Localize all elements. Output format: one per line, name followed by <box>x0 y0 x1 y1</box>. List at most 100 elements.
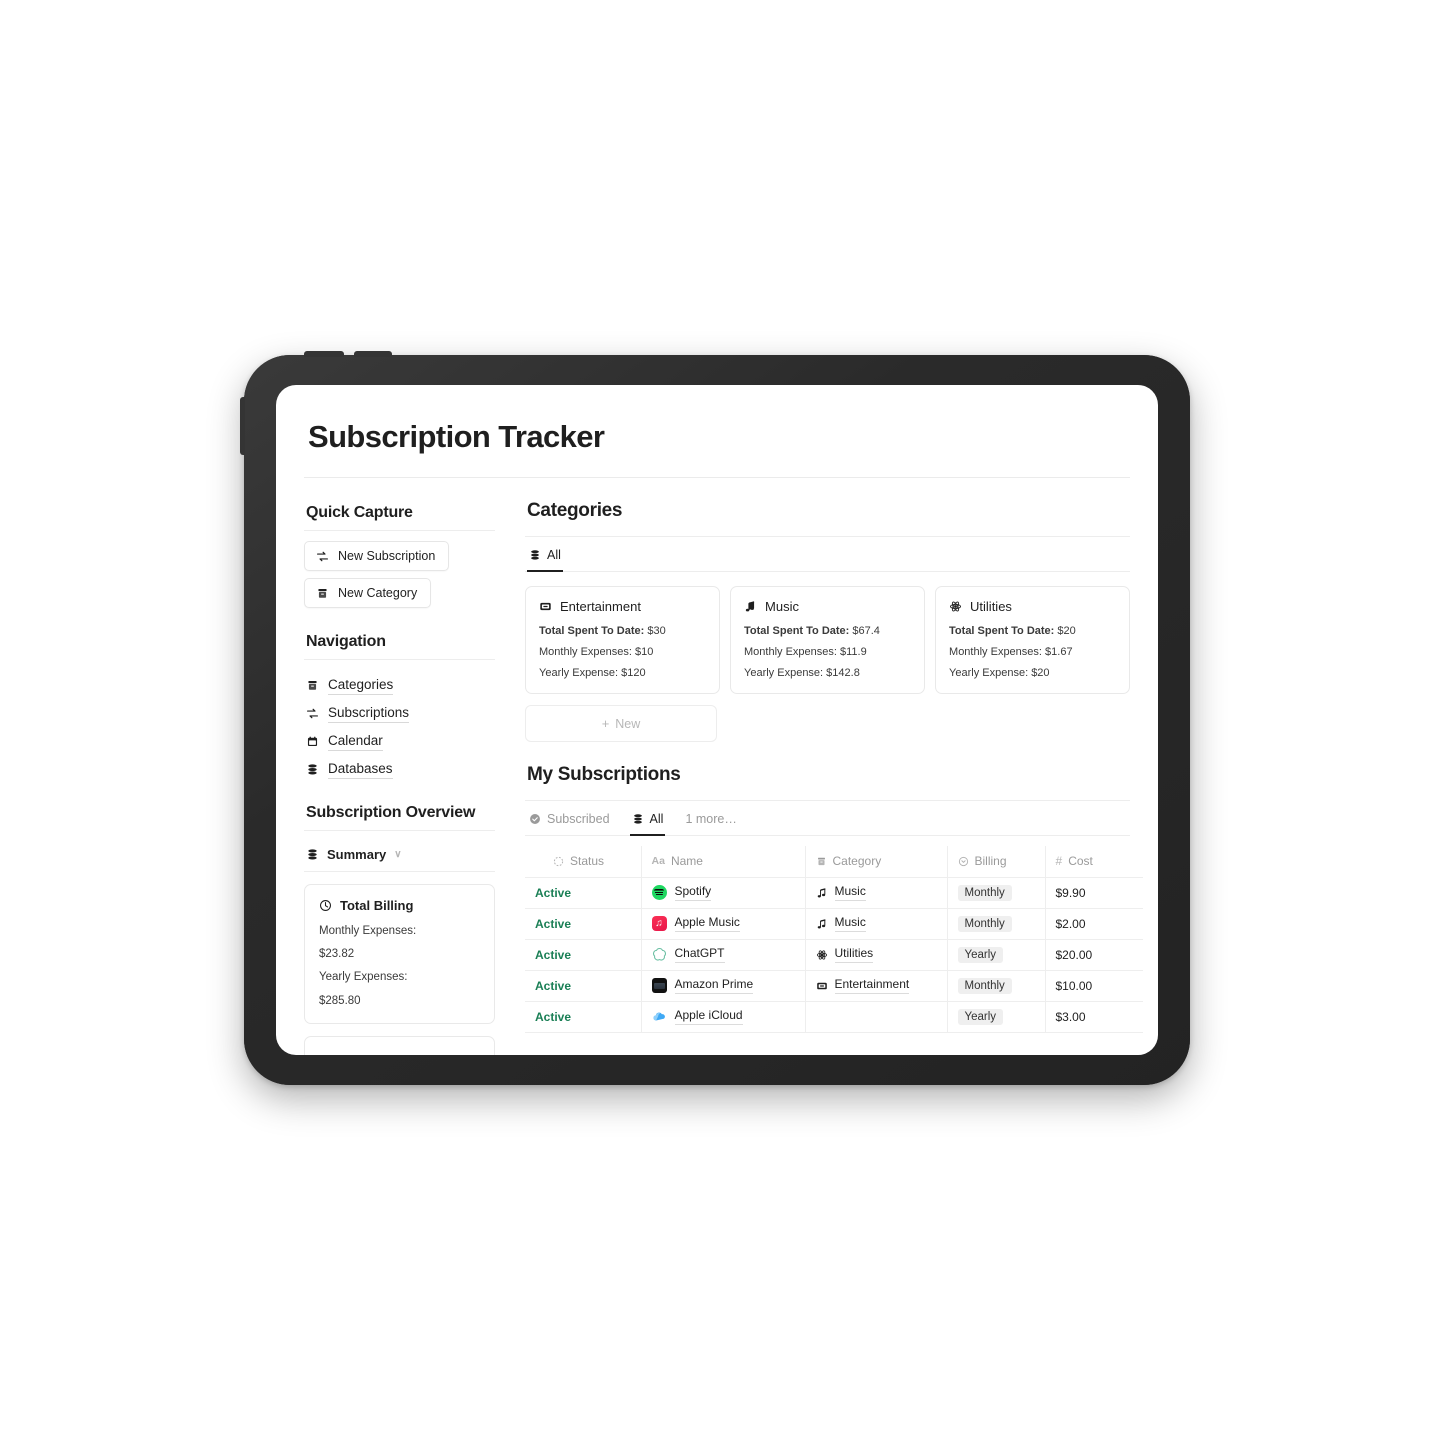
yearly-expense-label: Yearly Expense: <box>744 667 824 679</box>
cell-billing[interactable]: Monthly <box>947 970 1046 1002</box>
tv-icon <box>816 980 828 992</box>
cell-cost[interactable]: $2.00 <box>1045 908 1143 940</box>
volume-up-button[interactable] <box>304 351 344 357</box>
cell-name[interactable]: Amazon Prime <box>641 970 806 1002</box>
monthly-expenses-value: $23.82 <box>319 947 355 960</box>
tab-label: Subscribed <box>547 812 610 826</box>
cell-cost[interactable]: $9.90 <box>1045 877 1143 909</box>
monthly-expenses-line: Monthly Expenses: $11.9 <box>744 646 911 658</box>
cell-category[interactable]: Music <box>805 877 948 909</box>
category-card-title-row: Entertainment <box>539 599 706 614</box>
power-button[interactable] <box>240 397 245 455</box>
category-card-utilities[interactable]: Utilities Total Spent To Date: $20 Month… <box>935 586 1131 694</box>
subscription-name: Amazon Prime <box>674 977 754 994</box>
column-header-status[interactable]: Status <box>525 846 642 878</box>
table-row[interactable]: Active <box>525 1001 1143 1033</box>
cell-category[interactable]: Music <box>805 908 948 940</box>
yearly-expense-line: Yearly Expense: $120 <box>539 667 706 679</box>
monthly-expenses-line: Monthly Expenses: $10 <box>539 646 706 658</box>
tab-subscribed[interactable]: Subscribed <box>527 810 612 836</box>
cell-category[interactable]: Utilities <box>805 939 948 971</box>
database-icon <box>306 763 319 776</box>
monthly-expenses-value: $1.67 <box>1045 646 1073 658</box>
archive-icon <box>316 587 329 600</box>
chevron-down-icon[interactable]: ∨ <box>394 849 401 860</box>
subscription-overview-heading: Subscription Overview <box>306 803 476 821</box>
monthly-expenses-value: $11.9 <box>840 646 867 658</box>
next-card-partial[interactable] <box>304 1036 495 1055</box>
billing-badge: Monthly <box>957 884 1012 901</box>
tab-label: All <box>547 548 561 562</box>
table-body: Active Spotify Music Monthly $9.90 Activ… <box>525 877 1143 1033</box>
aa-text-icon: Aa <box>651 855 665 868</box>
cell-cost[interactable]: $10.00 <box>1045 970 1143 1002</box>
new-subscription-button[interactable]: New Subscription <box>304 541 450 571</box>
quick-capture-buttons: New Subscription New Category <box>304 541 495 615</box>
cell-category[interactable] <box>805 1001 948 1033</box>
cell-name[interactable]: Apple iCloud <box>641 1001 806 1033</box>
cell-name[interactable]: ChatGPT <box>641 939 806 971</box>
tab-subscriptions-all[interactable]: All <box>629 810 666 836</box>
cell-cost[interactable]: $20.00 <box>1045 939 1143 971</box>
total-spent-value: $30 <box>647 625 666 637</box>
tab-categories-all[interactable]: All <box>527 546 563 572</box>
yearly-expense-line: Yearly Expense: $20 <box>949 667 1116 679</box>
table-row[interactable]: Active Apple Music <box>525 908 1143 940</box>
chatgpt-logo-icon <box>651 947 667 962</box>
category-name: Music <box>765 599 799 614</box>
cell-billing[interactable]: Yearly <box>947 939 1046 971</box>
billing-badge: Monthly <box>957 915 1012 932</box>
tab-more[interactable]: 1 more… <box>683 810 738 836</box>
summary-view-selector[interactable]: Summary ∨ <box>304 841 495 872</box>
category-card-title-row: Music <box>744 599 911 614</box>
category-card-music[interactable]: Music Total Spent To Date: $67.4 Monthly… <box>730 586 926 694</box>
monthly-expenses-value: $10 <box>635 646 654 658</box>
tab-label: 1 more… <box>685 812 737 826</box>
cell-name[interactable]: Spotify <box>641 877 806 909</box>
atom-icon <box>949 600 962 613</box>
yearly-expense-value: $20 <box>1031 667 1050 679</box>
cell-cost[interactable]: $3.00 <box>1045 1001 1143 1033</box>
categories-heading: Categories <box>525 496 1131 537</box>
sidebar-item-categories[interactable]: Categories <box>306 672 495 700</box>
cell-category[interactable]: Entertainment <box>805 970 948 1002</box>
cell-name[interactable]: Apple Music <box>641 908 806 940</box>
yearly-expenses-label: Yearly Expenses: <box>319 971 408 984</box>
sidebar-item-label: Categories <box>328 677 394 695</box>
table-row[interactable]: Active <box>525 939 1143 971</box>
cell-billing[interactable]: Yearly <box>947 1001 1046 1033</box>
category-card-entertainment[interactable]: Entertainment Total Spent To Date: $30 M… <box>525 586 721 694</box>
sidebar-item-databases[interactable]: Databases <box>306 756 495 784</box>
column-header-name[interactable]: Aa Name <box>641 846 806 878</box>
navigation-list: Categories Subscriptions Calendar Databa… <box>304 670 495 784</box>
new-category-button[interactable]: New Category <box>304 578 432 608</box>
total-billing-card[interactable]: Total Billing Monthly Expenses: $23.82 Y… <box>304 883 495 1024</box>
column-header-cost[interactable]: # Cost <box>1045 846 1143 878</box>
sidebar-item-label: Calendar <box>328 733 383 751</box>
monthly-expenses-label: Monthly Expenses: <box>949 646 1042 658</box>
subscriptions-view-tabs: Subscribed All 1 more… <box>525 801 1131 836</box>
music-note-icon <box>816 918 828 930</box>
spotify-logo-icon <box>651 885 667 900</box>
music-note-icon <box>744 600 757 613</box>
cell-status: Active <box>525 970 642 1002</box>
subscription-name: Apple Music <box>674 915 740 932</box>
yearly-expense-label: Yearly Expense: <box>949 667 1029 679</box>
sync-icon <box>316 550 329 563</box>
sidebar-item-subscriptions[interactable]: Subscriptions <box>306 700 495 728</box>
billing-badge: Yearly <box>957 1008 1004 1025</box>
cell-billing[interactable]: Monthly <box>947 908 1046 940</box>
category-name: Utilities <box>970 599 1012 614</box>
volume-down-button[interactable] <box>354 351 392 357</box>
cell-billing[interactable]: Monthly <box>947 877 1046 909</box>
table-row[interactable]: Active Amazon Prime Entertainment Monthl… <box>525 970 1143 1002</box>
icloud-logo-icon <box>652 1009 667 1024</box>
sidebar-item-calendar[interactable]: Calendar <box>306 728 495 756</box>
new-category-card-button[interactable]: + New <box>525 705 717 742</box>
column-header-billing[interactable]: Billing <box>947 846 1046 878</box>
category-cards-grid: Entertainment Total Spent To Date: $30 M… <box>525 572 1131 694</box>
column-header-label: Name <box>670 854 703 869</box>
column-header-category[interactable]: Category <box>805 846 948 878</box>
table-row[interactable]: Active Spotify Music Monthly $9.90 <box>525 877 1143 909</box>
new-button-label: New <box>615 717 641 731</box>
